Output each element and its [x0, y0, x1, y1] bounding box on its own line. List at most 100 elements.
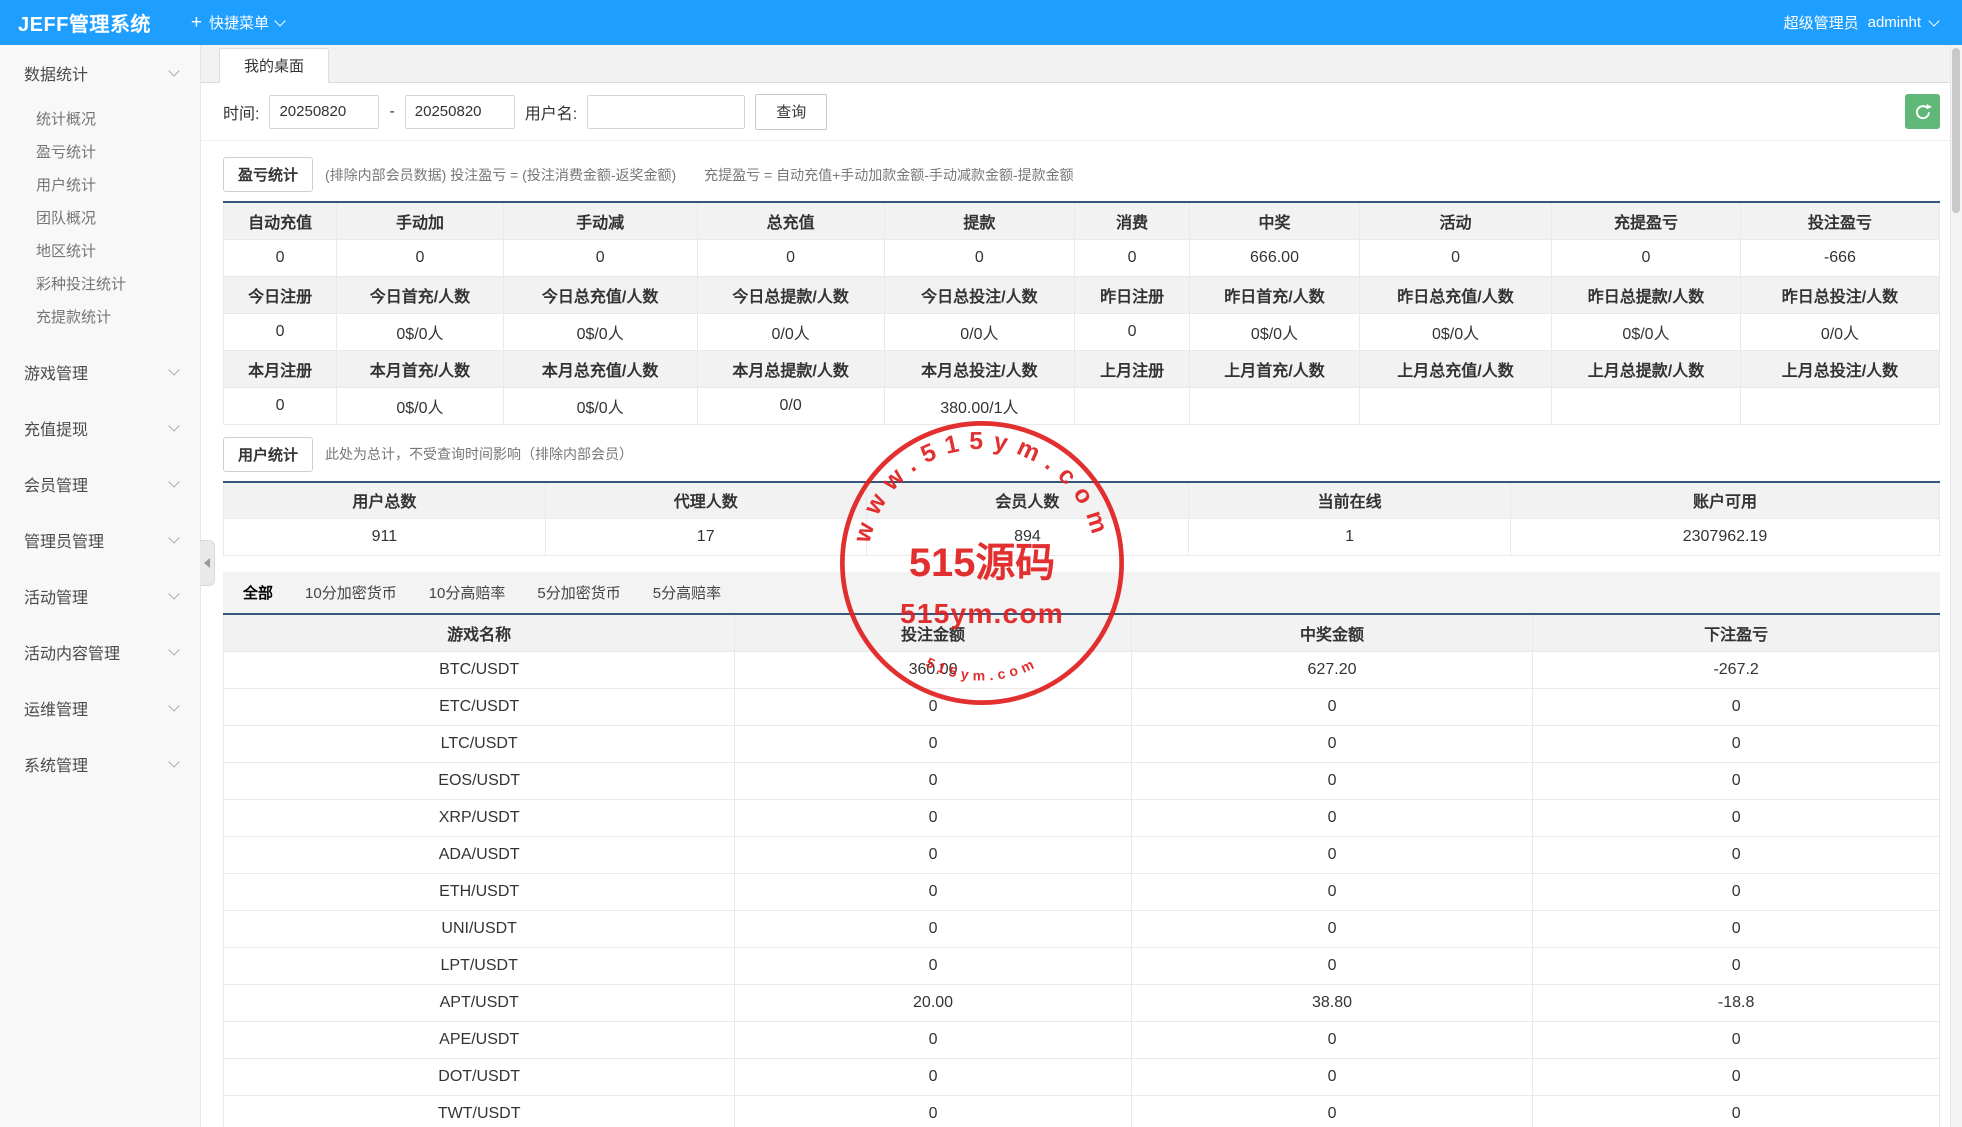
game-tab-4[interactable]: 5分加密货币	[525, 578, 632, 607]
chevron-down-icon	[168, 65, 180, 77]
profit-cell	[1074, 386, 1191, 425]
time-label: 时间:	[223, 105, 260, 123]
game-cell: -18.8	[1532, 983, 1940, 1022]
profit-cell: 0	[696, 238, 885, 277]
username-input[interactable]	[587, 94, 746, 129]
profit-cell: 0$/0人	[336, 312, 504, 351]
game-tab-2[interactable]: 10分加密货币	[293, 578, 409, 607]
profit-cell: 昨日总提款/人数	[1551, 275, 1741, 314]
quick-menu-button[interactable]: + 快捷菜单	[191, 0, 286, 45]
profit-section-header: 盈亏统计 (排除内部会员数据) 投注盈亏 = (投注消费金额-返奖金额) 充提盈…	[223, 157, 1940, 192]
game-table-row: EOS/USDT 0 0 0	[222, 761, 1940, 800]
sidebar-item-2[interactable]: 盈亏统计	[0, 136, 200, 169]
user-menu[interactable]: 超级管理员 adminht	[1784, 12, 1944, 33]
sidebar-group-label: 数据统计	[24, 67, 89, 84]
game-tabs: 全部 10分加密货币 10分高赔率 5分加密货币 5分高赔率	[223, 572, 1940, 613]
profit-cell: 0$/0人	[502, 386, 698, 425]
profit-cell: 0	[1074, 312, 1191, 351]
profit-section-note: (排除内部会员数据) 投注盈亏 = (投注消费金额-返奖金额) 充提盈亏 = 自…	[325, 166, 1074, 183]
username-label: 用户名:	[524, 105, 578, 123]
sidebar-collapse-handle[interactable]	[200, 540, 215, 586]
profit-table: 自动充值 手动加 手动减 总充值 提款 消费 中奖 活动 充提盈亏 投注盈亏 0 0 0 0 0 0 666.0…	[222, 201, 1941, 425]
game-cell: 0	[734, 1057, 1132, 1096]
user-header-cell: 账户可用	[1509, 481, 1941, 519]
game-cell: 0	[1130, 724, 1534, 763]
app-title: JEFF管理系统	[18, 14, 151, 36]
date-from-input[interactable]	[269, 94, 380, 129]
game-cell: XRP/USDT	[222, 798, 736, 837]
profit-cell: -666	[1739, 238, 1941, 277]
sidebar-group-6[interactable]: 活动管理	[0, 568, 200, 624]
profit-table-row: 0 0$/0人 0$/0人 0/0人 0/0人 0 0$/0人 0$/0人 0$/0人 0/0人	[222, 312, 1941, 351]
game-cell: 360.00	[734, 650, 1132, 689]
profit-cell: 今日总投注/人数	[883, 275, 1076, 314]
chevron-down-icon	[168, 588, 180, 600]
sidebar-item-1[interactable]: 统计概况	[0, 103, 200, 136]
profit-table-row: 0 0 0 0 0 0 666.00 0 0 -666	[222, 238, 1941, 277]
game-cell: 0	[1532, 724, 1940, 763]
game-cell: 627.20	[1130, 650, 1534, 689]
chevron-down-icon	[168, 364, 180, 376]
sidebar-group-2[interactable]: 游戏管理	[0, 344, 200, 400]
filter-bar: 时间: - 用户名: 查询	[201, 83, 1962, 141]
user-value-cell: 1	[1188, 518, 1511, 556]
user-section-note: 此处为总计，不受查询时间影响（排除内部会员）	[325, 446, 634, 462]
game-cell: 0	[734, 1094, 1132, 1127]
sidebar-group-5[interactable]: 管理员管理	[0, 512, 200, 568]
sidebar-item-6[interactable]: 彩种投注统计	[0, 268, 200, 301]
user-section-header: 用户统计 此处为总计，不受查询时间影响（排除内部会员）	[223, 436, 1940, 472]
game-cell: 0	[734, 872, 1132, 911]
chevron-down-icon	[168, 420, 180, 432]
sidebar-menu: 数据统计统计概况 盈亏统计 用户统计 团队概况 地区统计 彩种投注统计 充提款统计游戏管理充…	[0, 45, 200, 792]
scrollbar[interactable]	[1950, 45, 1962, 1127]
user-value-cell: 911	[223, 518, 546, 556]
body-row: 数据统计统计概况 盈亏统计 用户统计 团队概况 地区统计 彩种投注统计 充提款统计游戏管理充…	[0, 45, 1962, 1127]
profit-cell: 0	[1551, 238, 1741, 277]
sidebar-group-1[interactable]: 数据统计	[0, 45, 200, 101]
chevron-down-icon	[168, 700, 180, 712]
game-table-row: APE/USDT 0 0 0	[222, 1020, 1940, 1059]
refresh-button[interactable]	[1905, 94, 1940, 129]
sidebar-group-7[interactable]: 活动内容管理	[0, 624, 200, 680]
profit-cell: 手动减	[502, 201, 698, 240]
sidebar-item-3[interactable]: 用户统计	[0, 169, 200, 202]
game-cell: 0	[1130, 872, 1534, 911]
chevron-down-icon	[1928, 14, 1940, 27]
profit-cell: 666.00	[1189, 238, 1360, 277]
profit-cell: 昨日注册	[1074, 275, 1191, 314]
game-cell: 0	[734, 909, 1132, 948]
tab-my-desktop[interactable]: 我的桌面	[219, 48, 330, 83]
profit-cell: 本月总投注/人数	[883, 349, 1076, 388]
profit-cell: 0	[222, 386, 338, 425]
sidebar-group-9[interactable]: 系统管理	[0, 736, 200, 792]
user-role: 超级管理员	[1783, 15, 1859, 32]
game-cell: 0	[1532, 687, 1940, 726]
game-tab-5[interactable]: 5分高赔率	[641, 578, 733, 607]
profit-cell	[1358, 386, 1553, 425]
game-table-row: ETH/USDT 0 0 0	[222, 872, 1940, 911]
game-cell: BTC/USDT	[222, 650, 736, 689]
game-cell: 0	[734, 724, 1132, 763]
sidebar-item-7[interactable]: 充提款统计	[0, 301, 200, 334]
sidebar-group-3[interactable]: 充值提现	[0, 400, 200, 456]
game-cell: ETH/USDT	[222, 872, 736, 911]
sidebar-group-label: 会员管理	[24, 478, 89, 495]
sidebar-group-label: 系统管理	[24, 758, 89, 775]
sidebar-item-5[interactable]: 地区统计	[0, 235, 200, 268]
sidebar-group-8[interactable]: 运维管理	[0, 680, 200, 736]
profit-cell: 手动加	[336, 201, 504, 240]
game-cell: 0	[1532, 1020, 1940, 1059]
sidebar-item-4[interactable]: 团队概况	[0, 202, 200, 235]
profit-cell: 0	[336, 238, 504, 277]
game-cell: ADA/USDT	[222, 835, 736, 874]
scrollbar-thumb[interactable]	[1952, 48, 1960, 213]
sidebar-group-4[interactable]: 会员管理	[0, 456, 200, 512]
sidebar-group-label: 游戏管理	[24, 366, 89, 383]
profit-cell: 消费	[1074, 201, 1191, 240]
game-tab-1[interactable]: 全部	[231, 578, 285, 607]
game-tab-3[interactable]: 10分高赔率	[417, 578, 518, 607]
date-to-input[interactable]	[404, 94, 515, 129]
game-cell: 0	[1130, 1020, 1534, 1059]
content: 盈亏统计 (排除内部会员数据) 投注盈亏 = (投注消费金额-返奖金额) 充提盈…	[201, 141, 1962, 1127]
search-button[interactable]: 查询	[755, 93, 828, 130]
